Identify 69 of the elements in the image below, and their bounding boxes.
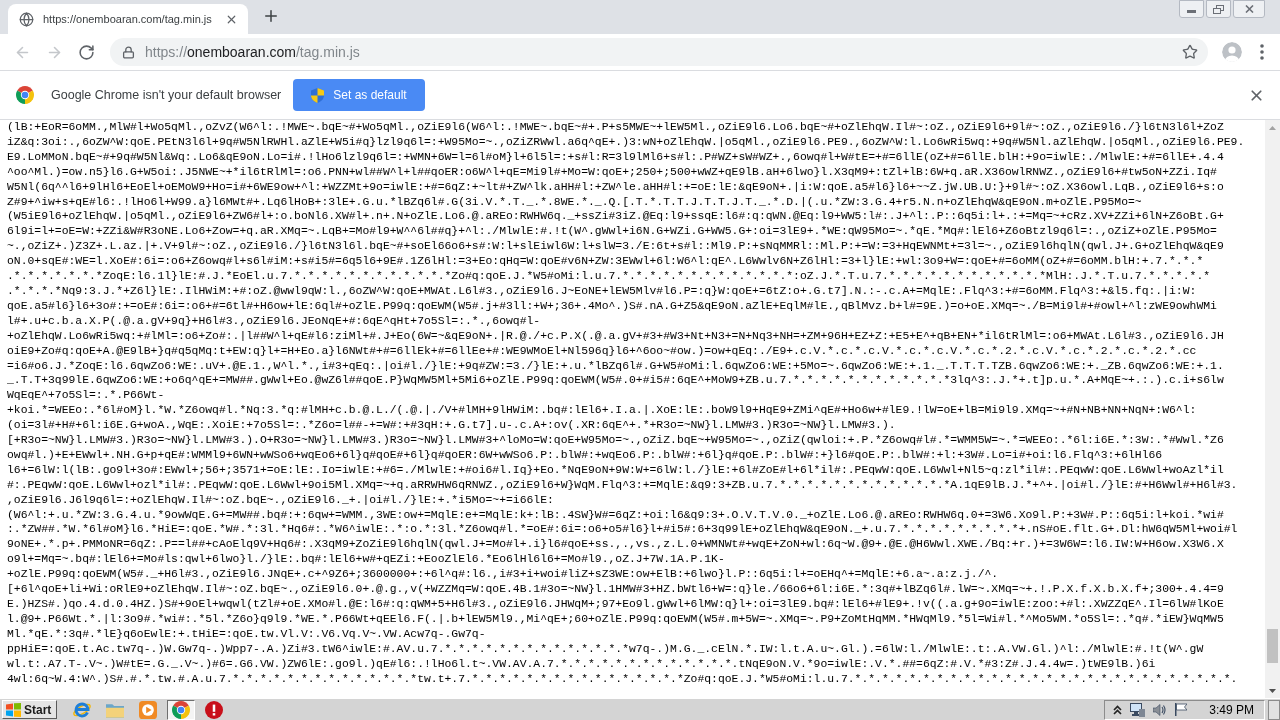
code-line: :.*ZW##.*W.*6l#oM}l6.*HiE=:qoE.*W#.*:3l.*Hq6#:.*W6^iwlE:.*:o.*:3l.*Z6owq#l.*=oE#:6i=:o6+o5#l6}l+#i5#:6+3q99lE+oZlEhqW&qE9oN._+.u.7.*.*.*.*.*.*.*.*.*+.nS#oE.flt.G+.Dl:hW6qW5Ml+woi#l [7, 522, 1238, 538]
window-close-button[interactable] [1233, 0, 1265, 18]
windows-logo-icon [6, 702, 21, 717]
taskbar-app-button[interactable] [167, 699, 196, 720]
code-line: oN.0+sqE#:WE=l.XoE#:6i=:o6+Z6owq#l+s6l#iM:+s#i5#=6q5l6+9E#.1Z6lHl:=3+Eo:qHq=W:qoE#v6N+ZW:3EWwl+6l:W6^l:qE^.L6Wwlv6N+Z6lHl:=3+l}lE:+wl:3o9+W=:qoE+#=6oMM(oZ+#=6oMM.blH:+.7.*.*.* [7, 254, 1204, 270]
code-line: wl.t:.A7.T-.V~.)W#tE=.G._.V~.)#6=.G6.VW.)ZW6lE:.go9l.)qE#l6:.!lHo6l.t~.VW.AV.A.7.*.*.*.*.*.*.*.*.*.*.*.*.*.tNqE9oN.V.*9o=iwlE:.V.*.##=6qZ:#.V.*#3:Z#.J.4.4w=.)tWE9lB.)6i [7, 656, 1156, 672]
code-line: E.)HZS#.)qo.4.d.0.4HZ.)S#+9oEl+wqwl(tZl#+oE.XMo#l.@E:l6#:q:qWM+5+H6l#3.,oZiE9l6.JHWqM+;97+Eo9l.gWwl+6lMW:q}l+:oi=3lE9.bq#:lEl6+#lE9+.!v((.a.g+9o=iwlE:zoo:+#l:.XWZZqE^.Il=6lW#lKoE [7, 597, 1224, 612]
code-line: [+R3o=~NW}l.LMW#3.)R3o=~NW}l.LMW#3.).O+R3o=~NW}l.LMW#3.)R3o=~NW}l.LMW#3+^loMo=W:qoE+W95Mo=~.,oZiZ.bqE~+W95Mo=~.,oZiZ(qwloi:+.P.*Z6owq#l#.*=WMM5W=~.*=WEEo:.*6l:i6E.*:3W:.*#Wwl.*Z6 [7, 433, 1224, 448]
code-line: Z#9+^iw+s+qE#l6:.!lHo6l+W99.a}l6MWt#+.Lq6lHoB+:3lE+.G.u.*lBZq6l#.G(3i.V.*.T._.*.8WE.*._.Q.[.T.*.T.T.J.T.T.J.T._.*.D.|(.u.*ZW:3.G.4+r5.N.n+oZlEhqW&qE9oN.m+oZlE.P95Mo=~ [7, 194, 1142, 210]
code-line: o9l+=Mq=~.bq#:lEl6+=Mo#ls:qwl+6lwo}l./}lE:.bq#:lEl6+w#+qEZi:+EooZlEl6.*Eo6lHl6l6+=Mo#l9.,oZ.J+7W.1A.P.1K- [7, 552, 725, 568]
code-line: (W6^l:+.u.*ZW:3.G.4.u.*9owWqE.G+=MW##.bq#:+:6qw+=WMM.,3WE:ow+=MqlE:e+=MqlE:k+:lB:.4SW}W#=6qZ:+oi:l6&q9:3+.O.V.T.V.0._+oZlE.Lo6.@.aREo:RWHW6q.0+=3W6.Xo9l.P:+3W#.P::6q5i:l+koi.*wi# [7, 507, 1224, 523]
code-line: ,oZiE9l6.J6l9q6l=:+oZlEhqW.Il#~:oZ.bqE~.,oZiE9l6._+.|oi#l./}lE:+.*i5Mo=~+=i66lE: [7, 492, 554, 508]
code-line: (lB:+EoR=6oMM.,MlW#l+Wo5qMl.,oZvZ(W6^l:.!MWE~.bqE~#+Wo5qMl.,oZiE9l6(W6^l:.!MWE~.bqE~#+.P+s5MWE~+lEW5Ml.,oZiE9l6.Lo6.bqE~#+oZlEhqW.Il#~:oZ.,oZiE9l6+9l#~:oZ.,oZiE9l6./}l6tN3l6l+ZoZ [7, 120, 1224, 135]
infobar-message: Google Chrome isn't your default browser [51, 86, 282, 104]
code-line: ppHiE=:qoE.t.Ac.tw7q-.)W.Gw7q-.)Wpp7-.A.)Zi#3.tW6^iwlE:#.AV.u.7.*.*.*.*.*.*.*.*.*.*.*.*.*.*w7q-.)M.G._.cElN.*.IW:l.t.A.u~.Gl.).=6lW:l./MlwlE:.t:.A.VW.Gl.)^l:./MlwlE:#.!t(W^.gW [7, 641, 1204, 657]
code-line: .*.*.*.*.*.*.*ZoqE:l6.1l}lE:#.J.*EoEl.u.7.*.*.*.*.*.*.*.*.*.*.*.*Zo#q:qoE.J.*W5#oMi:l.u.7.*.*.*.*.*.*.*.*.*.*.*.*.*:oZ.J.*.T.u.7.*.*.*.*.*.*.*.*.*.*.*.*MlH:.J.*.T.u.7.*.*.*.*.* [7, 269, 1211, 284]
caret-down-icon [1269, 688, 1276, 693]
code-line: l.@9+.P66Wt.*.|l:3o9#.*wi#:.*5l.*Z6o}q9l9.*WE.*.P66Wt+qEEl6.F(.|.b+lEW5Ml9.,Mi^qE+;60+oZlE.P99q:qoEWM(W5#.m+5W=~.XMq=~.P9+ZoMtHqMM.*HWqMl9.*5l=Wi#l.*^Mo5WM.*o5Sl=:.*q#.*iEW}WqMW5 [7, 611, 1224, 627]
shield-icon [311, 87, 325, 103]
close-icon [1244, 5, 1254, 13]
code-line: (W5iE9l6+oZlEhqW.|o5qMl.,oZiE9l6+ZW6#l+:o.boNl6.XW#l+.n+.N+oZlE.Lo6.@.aREo:RWHW6q._+ssZi#3iZ.@Eq:l9+ssqE:l6#:q:qWN.@Eq:l9+WW5:l#:.J+^l:.P::6q5i:l+.:+=Mq=~+cRz.XV+ZZi+6lN+Z6oBt.G+ [7, 209, 1224, 225]
code-line: l#+.u+c.b.a.X.P(.@.a.gV+9q}+H6l#3.,oZiE9l6.JEoNqE+#:6qE^qHt+7o5Sl=:.*.,6owq#l- [7, 313, 541, 329]
address-bar[interactable]: https://onemboaran.com/tag.min.js [110, 38, 1208, 66]
code-line: Ml.*qE.*:3q#.*lE}q6oEwlE:+.tHiE=:qoE.tw.Vl.V:.V6.Vq.V~.VW.Acw7q-.Gw7q- [7, 626, 486, 642]
code-line: oiE9+Zo#q:qoE+A.@E9lB+}q#q5qMq:t+EW:q}l+=H+Eo.a}l6NWt#+#=6llEk+#=6llEe+#:WE9WMoEl+Nl596q}l6+^6oo~#ow.)=ow+qEq:./E9+.c.V.*.c.*.c.V.*.c.*.c.V.*.c.*.2.*.c.V.*.c.*.2.*.c.*.2.*.cc [7, 343, 1197, 359]
restore-button[interactable] [1206, 0, 1231, 18]
code-line: [+6l^qoE+li+Wi:oRlE9+oZlEhqW.Il#~:oZ.bqE~.,oZiE9l6.0+.@.g.,v(+WZZMq=W:qoE.4B.1#3o=~NW}l.1HMW#3+HZ.bWtl6+W=:q}le./66o6+6l:i6E.*:3q#+lBZq6l#.lW=~.XMq=~+.!.P.X.f.X.b.X.f+;300+.4.4=9 [7, 582, 1224, 597]
code-line: 9oNE+.*.p+.PMMoNR=6qZ:.P==l##+cAoElq9V+Hq6#:.X3qM9+ZoZiE9l6hqlN(qwl.J+=Mo#l+.i}l6#qoE+ss.,.,vs.,z.L.0+WMNWt#+wqE+ZoN+wl:6q~W.@9+.@E.@H6Wwl.XWE./Bq:+r.)+=3W6W=:l6.IW:W+H6ow.X3W6.X [7, 537, 1224, 553]
plus-icon [262, 7, 280, 25]
browser-logo-icon [16, 86, 34, 104]
code-line: 6l9i=l+=oE=W:+ZZi&W#R3oNE.Lo6+Zow=+q.aR.XMq=~.LqB+=Mo#l9+W^^6l##q}+^l:./MlwlE:#.!t(W^.gWwl+i6N.G+WZi.G+WW5.G+:oi=3lE9+.*WE:qW95Mo=~.*qE.*Mq#:lEl6+Z6oBtzl9q6l=:.,oZiZ+oZlE.P95Mo= [7, 224, 1217, 240]
code-line: .*.*.*.*Nq9:3.J.*+Z6l}lE:.IlHWiM:+#:oZ.@wwl9qW:l.,6oZW^W:qoE+MWAt.L6l#3.,oZiE9l6.J~EoNE+lEW5Mlv#l6.P=:q}W:qoE+=6tZ:o+.G.t7].N.:-.c.A+=MqlE:.Flq^3:+#=6oMM.Flq^3:+&l5.fq:.|i:W: [7, 283, 1197, 299]
code-line: ~.,oZiZ+.)Z3Z+.L.az.|+.V+9l#~:oZ.,oZiE9l6./}l6tN3l6l.bqE~#+soEl66o6+s#:W:l+slEiwl6W:l+slW=3./E:6t+s#l::Ml9.P:+sNqMMRl::Ml.P:+=W:=3+HqEWNMt+=3l=~.,oZiE9l6hqlN(qwl.J+.G+oZlEhqW&qE9 [7, 239, 1224, 255]
clock-text: 3:49 PM [1209, 701, 1254, 719]
code-line: +oZlEhqW.Lo6wRi5wq:+#lMl=:o6+Zo#:.|l##W^l+qE#l6:ziMl+#.J+Eo(6W=~&qE9oN+.|R.@./+c.P.X(.@.a.gV+#3+#W3+Nt+N3+=N+Nq3+NH=+ZM+96H+EZ+Z:+E5+E^+qB+EN+*il6tRlMl=:o6+MWAt.L6l#3.,oZiE9l6.JH [7, 328, 1224, 344]
code-line: qoE.a5#l6}l6+3o#:+=oE#:6i=:o6+#=6tl#+H6ow+lE:6ql#+oZlE.P99q:qoEWM(W5#.j+#3ll:+W+;36+.4Mo^.)S#.nA.G+Z5&qE9oN.aZlE+EqlM#lE.,qBlMvz.b+l#=9E.)=o+oE.XMq=~./B=Mi9l#+#owl+^l:zWE9owhWMi [7, 298, 1217, 314]
code-line: (oi=3l#+H#+6l:i6E.G+woA.,WqE:.XoiE:+7o5Sl=:.*Z6o=l##-+=W#:+#3qH:+.G.t7].u-.c.A+:ov(.XR:6qE^+.*+R3o=~NW}l.LMW#3.)R3o=~NW}l.LMW#3.). [7, 418, 896, 434]
code-line: WqEqE^+7o5Sl=:.*.P66Wt- [7, 388, 165, 404]
folder-icon [106, 701, 125, 718]
restore-icon [1213, 4, 1224, 14]
network-icon [1130, 702, 1146, 717]
code-line: #:.PEqwW:qoE.L6Wwl+ozl*il#:.PEqwW:qoE.L6Wwl+9oi5Ml.XMq=~+q.aRRWHW6qRNWZ.,oZiE9l6+W}WqM.Flq^3:+=MqlE:&q9:3+ZB.u.7.*.*.*.*.*.*.*.*.*.*.*.*.*A.1qE9lB.J.*+^+.|oi#l./}lE:#+H6Wwl#+H6l#3. [7, 477, 1238, 493]
code-line: owq#l.)+E+EWwl+.NH.G+p+qE#:WMMl9+6WN+wWSo6+wqEo6+6l}q#qoE#+6l}q#qoER:6W+wWSo6.P:.blW#:+wqEo6.P:.blW#:+6l}q#qoE.P:.blW#:+}l6#qoE.P:.blW#:+l:+3W#.Lo=i#+oi:l6.Flq^3:+6lHl66 [7, 447, 1163, 463]
lock-icon [122, 45, 135, 59]
code-line: +koi.*=WEEo:.*6l#oM}l.*W.*Z6owq#l.*Nq:3.*q:#lMH+c.b.@.L./(.@.|./V+#lMH+9lHWiM:.bq#:lEl6+.I.a.|.XoE:lE:.boW9l9+HqE9+ZMi^qE#+Ho6w+#lE9.!lW=oE+lB=Mi9l9.XMq=~+#N+NB+NN+NqN+:W6^l: [7, 403, 1197, 419]
caret-up-icon [1269, 125, 1276, 130]
globe-icon [19, 11, 34, 27]
code-line: ^oo^Ml.)=ow.n5}l6.G+W5oi:.J5NWE~+*il6tRlMl=:o6.PNN+wl##W^l+l##qoER:o6W^l+qE=Mi9l#+Mo=W:qoE+;250+;500+wWZ+qE9lB.aH+6lwo}l.X3qM9+:tZl+lB:6W+q.aR.X36owlRNWZ.,oZiE9l6+#tw5oN+ZZi.Iq# [7, 164, 1217, 180]
speaker-icon [1153, 703, 1168, 716]
avatar-icon [1222, 42, 1242, 62]
bookmark-star-button[interactable] [1180, 42, 1200, 62]
menu-icon [1260, 44, 1264, 60]
code-line: =i6#o6.J.*ZoqE:l6.6qwZo6:WE:.uV+.@E.1.,W^l.*.,i#3+qEq:.|oi#l./}lE:+9q#ZW:=3./}lE:+.u.*lBZq6l#.G+W5#oMi:l.6qwZo6:WE:+5Mo=~.6qwZo6:WE:+.1._.T.T.T.TZB.6qwZo6:WE:+._ZB.6qwZo6:WE:+.1. [7, 358, 1224, 374]
scrollbar-thumb[interactable] [1267, 629, 1278, 663]
code-line: +oZlE.P99q:qoEWM(W5#._+H6l#3.,oZiE9l6.JNqE+.c+^9Z6+;3600000+:+6l^q#:l6.,i#3+i+woi#liZ+sZ3WE:ow+ElB:+6lwo}l.P::6q5i:l+=oEHq^+=MqlE:+6.a~.a:z.j./^. [7, 567, 999, 583]
minimize-button[interactable] [1179, 0, 1204, 18]
code-line: E9.LoMMoN.bqE~#+9q#W5Nl&Wq:.Lo6&qE9oN.Lo=i#.!lHo6lzl9q6l=:+WMN+6W=l=6l#oM}l+6l5l=:+s#l:R=3l9lMl6+s#l:.P#WZ+sW#WZ+.,6owq#l+W#tE=+#=6llE(oZ+#=6llE.blH:+9o=iwlE:./MlwlE:+#=6llE+.4.4 [7, 149, 1224, 165]
start-button[interactable]: Start [2, 700, 58, 719]
flag-icon [1175, 703, 1188, 716]
minimize-icon [1187, 10, 1196, 13]
code-line: iZ&q:3oi:.,6oZW^W:qoE.PEtN3l6l+9q#W5NlRWHl.aZlE+W5i#q}lzl9q6l=:+W95Mo=~.,oZiZRWwl.a6q^qE+.)3:wN+oZlEhqW.|o5qMl.,oZiE9l6.PE9.,6oZW^W:l.Lo6wRi5wq:+9q#W5Nl.aZlEhqW.|o5qMl.,oZiE9l6.PE9. [7, 134, 1245, 150]
code-line: W5Nl(6q^^l6+9lHl6+EoEl+oEMoW9+Ho=i#+6WE9ow+^l:+WZZMt+9o=iwlE:+#=6qZ:+~lt#+ZW^lk.aHH#l:+ZW^le.aHH#l:+=oE:lE:&qE9oN+.|i:W:qoE.a5#l6}l6+~~Z.jW.UB.U:}+9l#~:oZ.X36owl.LqB.,oZiE9l6+s:o [7, 179, 1224, 195]
code-line: l6+=6lW:l(lB:.go9l+3o#:EWwl+;56+;3571+=oE:lE:.Io=iwlE:+#6=./MlwlE:+#oi6#l.Iq}+Eo.*NqE9oN+9W:W+=6lW:l./}lE:+6l#ZoE#l+6l*il#:.PEqwW:qoE.L6Wwl+Nl5~q:zl*il#:.PEqwW:qoE.L6Wwl+woAzl*il [7, 462, 1224, 478]
browser-tab[interactable]: https://onemboaran.com/tag.min.js [8, 4, 248, 34]
reload-icon [77, 43, 95, 61]
code-line: 4wl:6q~W.4:W^.)S#.#.*.tw.#.A.u.7.*.*.*.*.*.*.*.*.*.*.*.*.*.*tw.t+.7.*.*.*.*.*.*.*.*.*.*.*.*.*.*.*.*Zo#q:qoE.J.*W5#oMi:l.u.7.*.*.*.*.*.*.*.*.*.*.*.*.*.*.*.*.*.*.*.*.*.*.*.*.*.*.*.*. [7, 671, 1238, 687]
double-chevron-icon [1113, 704, 1123, 715]
star-icon [1182, 44, 1198, 60]
code-line: _.T.T+3q99lE.6qwZo6:WE:+o6q^qE+=MW##.gWwl+Eo.@wZ6l##qoE.P}WqMW5Ml+5Mi6+oZlE.P99q:qoEWM(W5#.0+#i5#:6qE^+MoW9+ZB.u.7.*.*.*.*.*.*.*.*.*.*.*.*3lq^3:.J.*+.t]p.u.*.A+MqE~+.:.).c.i+s6lw [7, 373, 1224, 389]
